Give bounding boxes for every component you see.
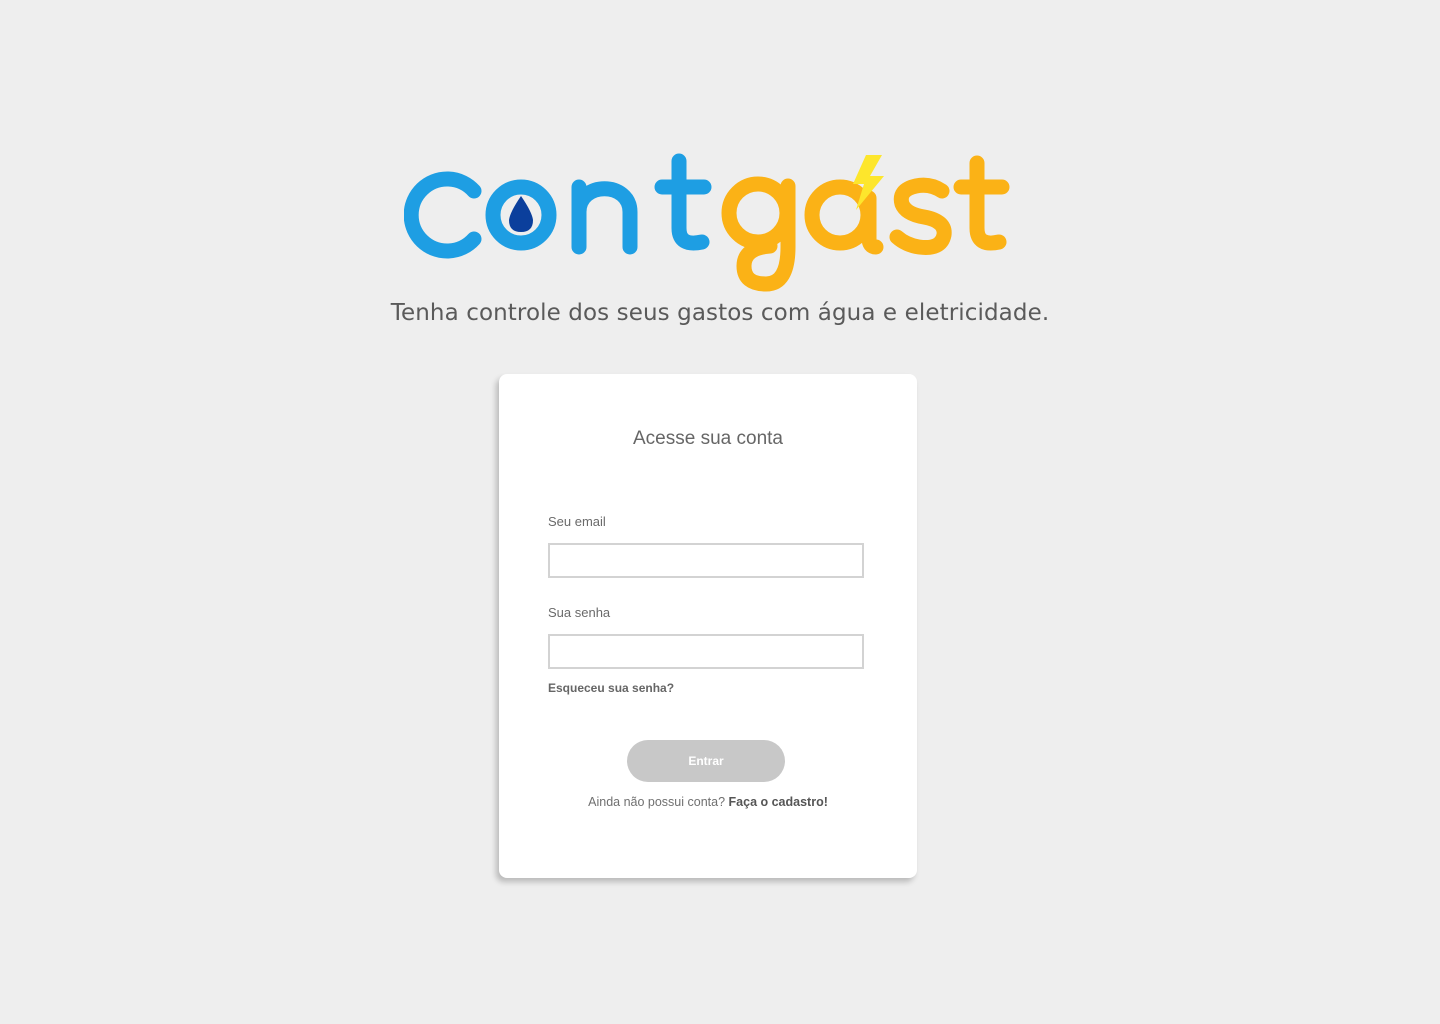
login-card: Acesse sua conta Seu email Sua senha Esq… [499, 374, 917, 878]
logo-letter-t2 [953, 155, 1010, 251]
logo-letter-a-stem [861, 190, 884, 255]
logo-letter-s [889, 177, 952, 255]
logo-letter-n [571, 179, 638, 255]
logo-letter-t [654, 153, 712, 251]
login-card-title: Acesse sua conta [633, 428, 783, 449]
water-drop-icon [509, 196, 533, 232]
signup-prompt: Ainda não possui conta? [588, 795, 726, 809]
email-input[interactable] [548, 543, 864, 578]
password-input[interactable] [548, 634, 864, 669]
tagline: Tenha controle dos seus gastos com água … [390, 300, 1050, 326]
logo-letter-a-bowl [804, 179, 876, 251]
login-page: Tenha controle dos seus gastos com água … [0, 0, 1440, 1024]
signup-link[interactable]: Faça o cadastro! [729, 795, 828, 809]
logo-letter-g-bowl [721, 176, 795, 250]
email-label: Seu email [548, 514, 606, 529]
signup-line: Ainda não possui conta? Faça o cadastro! [499, 795, 917, 809]
logo-letter-c [404, 171, 482, 259]
contgast-logo [404, 153, 1010, 292]
forgot-password-link[interactable]: Esqueceu sua senha? [548, 681, 674, 695]
enter-button[interactable]: Entrar [627, 740, 785, 782]
password-label: Sua senha [548, 605, 611, 620]
